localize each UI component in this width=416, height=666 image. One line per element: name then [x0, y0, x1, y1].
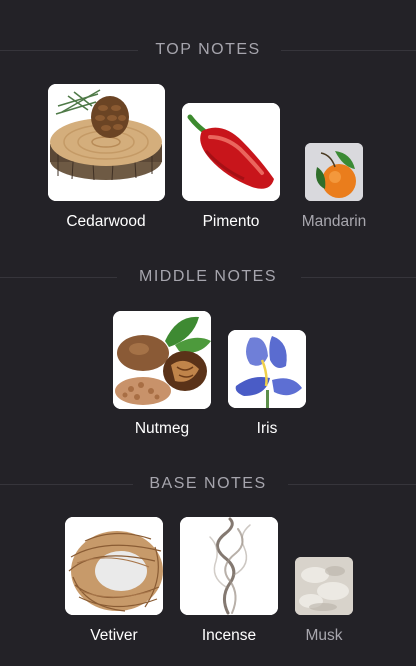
section-header: BASE NOTES [0, 474, 416, 494]
section-header: TOP NOTES [0, 40, 416, 60]
divider-right [281, 50, 416, 51]
cedarwood-label[interactable]: Cedarwood [66, 213, 145, 231]
musk-label[interactable]: Musk [305, 627, 342, 645]
nutmeg-image[interactable] [113, 311, 211, 409]
incense-label[interactable]: Incense [202, 627, 256, 645]
section-header: MIDDLE NOTES [0, 267, 416, 287]
vetiver-image[interactable] [65, 517, 163, 615]
cedarwood-image[interactable] [48, 84, 165, 201]
divider-right [301, 277, 416, 278]
iris-image[interactable] [228, 330, 306, 408]
vetiver-label[interactable]: Vetiver [90, 627, 137, 645]
divider-right [288, 484, 416, 485]
nutmeg-label[interactable]: Nutmeg [135, 420, 189, 438]
pimento-image[interactable] [182, 103, 280, 201]
mandarin-image[interactable] [305, 143, 363, 201]
musk-image[interactable] [295, 557, 353, 615]
pimento-label[interactable]: Pimento [203, 213, 260, 231]
iris-label[interactable]: Iris [257, 420, 278, 438]
incense-image[interactable] [180, 517, 278, 615]
mandarin-label[interactable]: Mandarin [302, 213, 367, 231]
